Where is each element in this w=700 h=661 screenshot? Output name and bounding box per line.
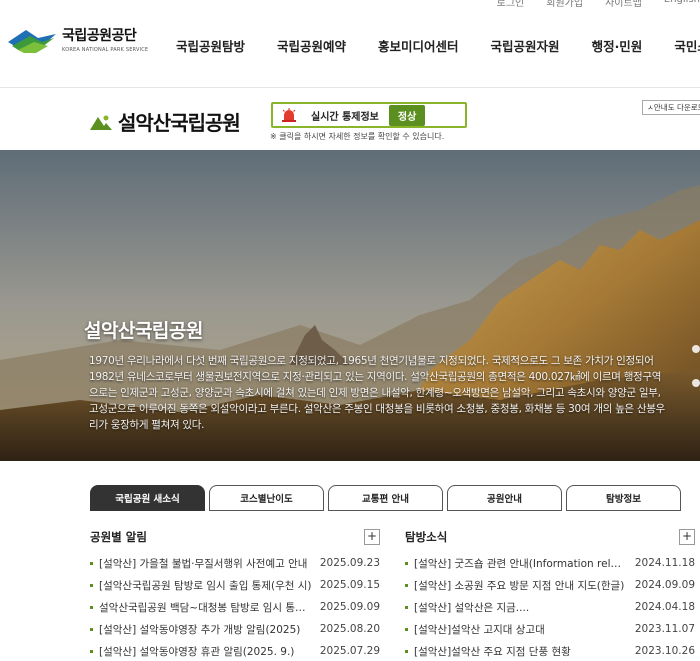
list-item[interactable]: [설악산] 소공원 주요 방문 지점 안내 지도(한글) 2024.09.09 xyxy=(405,574,695,596)
list-item[interactable]: [설악산] 가을철 불법·무질서행위 사전예고 안내 2025.09.23 xyxy=(90,552,380,574)
site-logo[interactable]: 국립공원공단 KOREA NATIONAL PARK SERVICE xyxy=(8,24,148,54)
tour-list: [설악산] 굿즈숍 관련 안내(Information related) 2024… xyxy=(405,552,695,661)
logo-subtitle: KOREA NATIONAL PARK SERVICE xyxy=(62,47,149,53)
list-item[interactable]: [설악산국립공원 탐방로 임시 출입 통제(우천 시) 2025.09.15 xyxy=(90,574,380,596)
nav-park-reservation[interactable]: 국립공원예약 xyxy=(277,36,346,55)
status-note: ※ 클릭을 하시면 자세한 정보를 확인할 수 있습니다. xyxy=(270,132,445,141)
realtime-control-status[interactable]: 실시간 통제정보 정상 xyxy=(271,102,467,128)
list-item[interactable]: [설악산] 설악동야영장 추가 개방 알림(2025) 2025.08.20 xyxy=(90,618,380,640)
hero-banner: 설악산국립공원 1970년 우리나라에서 다섯 번째 국립공원으로 지정되었고,… xyxy=(0,150,700,461)
park-title: 설악산국립공원 xyxy=(90,107,241,136)
mountain-logo-icon xyxy=(8,30,56,53)
list-item[interactable]: [설악산] 굿즈숍 관련 안내(Information related) 2024… xyxy=(405,552,695,574)
nav-media-center[interactable]: 홍보미디어센터 xyxy=(378,36,459,55)
nav-park-visit[interactable]: 국립공원탐방 xyxy=(176,36,245,55)
tab-visit-info[interactable]: 탐방정보 xyxy=(566,485,681,511)
list-item[interactable]: 설악산국립공원 백담~대청봉 탐방로 임시 통제 안내 2025.09.09 xyxy=(90,596,380,618)
tour-news-title: 탐방소식 xyxy=(405,530,448,544)
tour-news-section: 탐방소식 + [설악산] 굿즈숍 관련 안내(Information relat… xyxy=(405,526,695,661)
tab-transport[interactable]: 교통편 안내 xyxy=(328,485,443,511)
guide-map-download-button[interactable]: ㅅ안내도 다운로드 xyxy=(642,100,700,115)
tour-more-button[interactable]: + xyxy=(679,529,695,545)
list-item[interactable]: [설악산] 설악산은 지금.... 2024.04.18 xyxy=(405,596,695,618)
site-header: 국립공원공단 KOREA NATIONAL PARK SERVICE 국립공원탐… xyxy=(0,0,700,88)
list-item[interactable]: [설악산]설악산 주요 지점 단풍 현황 2023.10.26 xyxy=(405,640,695,661)
tab-park-news[interactable]: 국립공원 새소식 xyxy=(90,485,205,511)
logo-name: 국립공원공단 xyxy=(62,28,137,44)
hero-dot-1[interactable] xyxy=(692,345,700,353)
mountain-icon xyxy=(90,115,112,130)
list-item[interactable]: [설악산] 설악동야영장 휴관 알림(2025. 9.) 2025.07.29 xyxy=(90,640,380,661)
hero-pagination xyxy=(692,345,700,387)
notice-list: [설악산] 가을철 불법·무질서행위 사전예고 안내 2025.09.23 [설악… xyxy=(90,552,380,661)
park-title-text: 설악산국립공원 xyxy=(118,111,241,135)
list-item[interactable]: [설악산]설악산 고지대 상고대 2023.11.07 xyxy=(405,618,695,640)
park-notice-title: 공원별 알림 xyxy=(90,530,147,544)
tab-park-guide[interactable]: 공원안내 xyxy=(447,485,562,511)
hero-description: 1970년 우리나라에서 다섯 번째 국립공원으로 지정되었고, 1965년 천… xyxy=(89,355,665,431)
hero-dot-2[interactable] xyxy=(692,379,700,387)
hero-title: 설악산국립공원 xyxy=(84,320,203,342)
nav-communication[interactable]: 국민소통 xyxy=(674,36,700,55)
notice-more-button[interactable]: + xyxy=(364,529,380,545)
info-tabs: 국립공원 새소식 코스별난이도 교통편 안내 공원안내 탐방정보 xyxy=(90,485,681,511)
park-notice-section: 공원별 알림 + [설악산] 가을철 불법·무질서행위 사전예고 안내 2025.… xyxy=(90,526,380,661)
status-label: 실시간 통제정보 xyxy=(311,111,379,123)
nav-admin-civil[interactable]: 행정·민원 xyxy=(592,36,643,55)
status-badge: 정상 xyxy=(388,104,426,126)
nav-park-resources[interactable]: 국립공원자원 xyxy=(491,36,560,55)
tab-course-difficulty[interactable]: 코스별난이도 xyxy=(209,485,324,511)
siren-icon xyxy=(282,108,296,122)
main-nav: 국립공원탐방 국립공원예약 홍보미디어센터 국립공원자원 행정·민원 국민소통 xyxy=(176,36,700,55)
